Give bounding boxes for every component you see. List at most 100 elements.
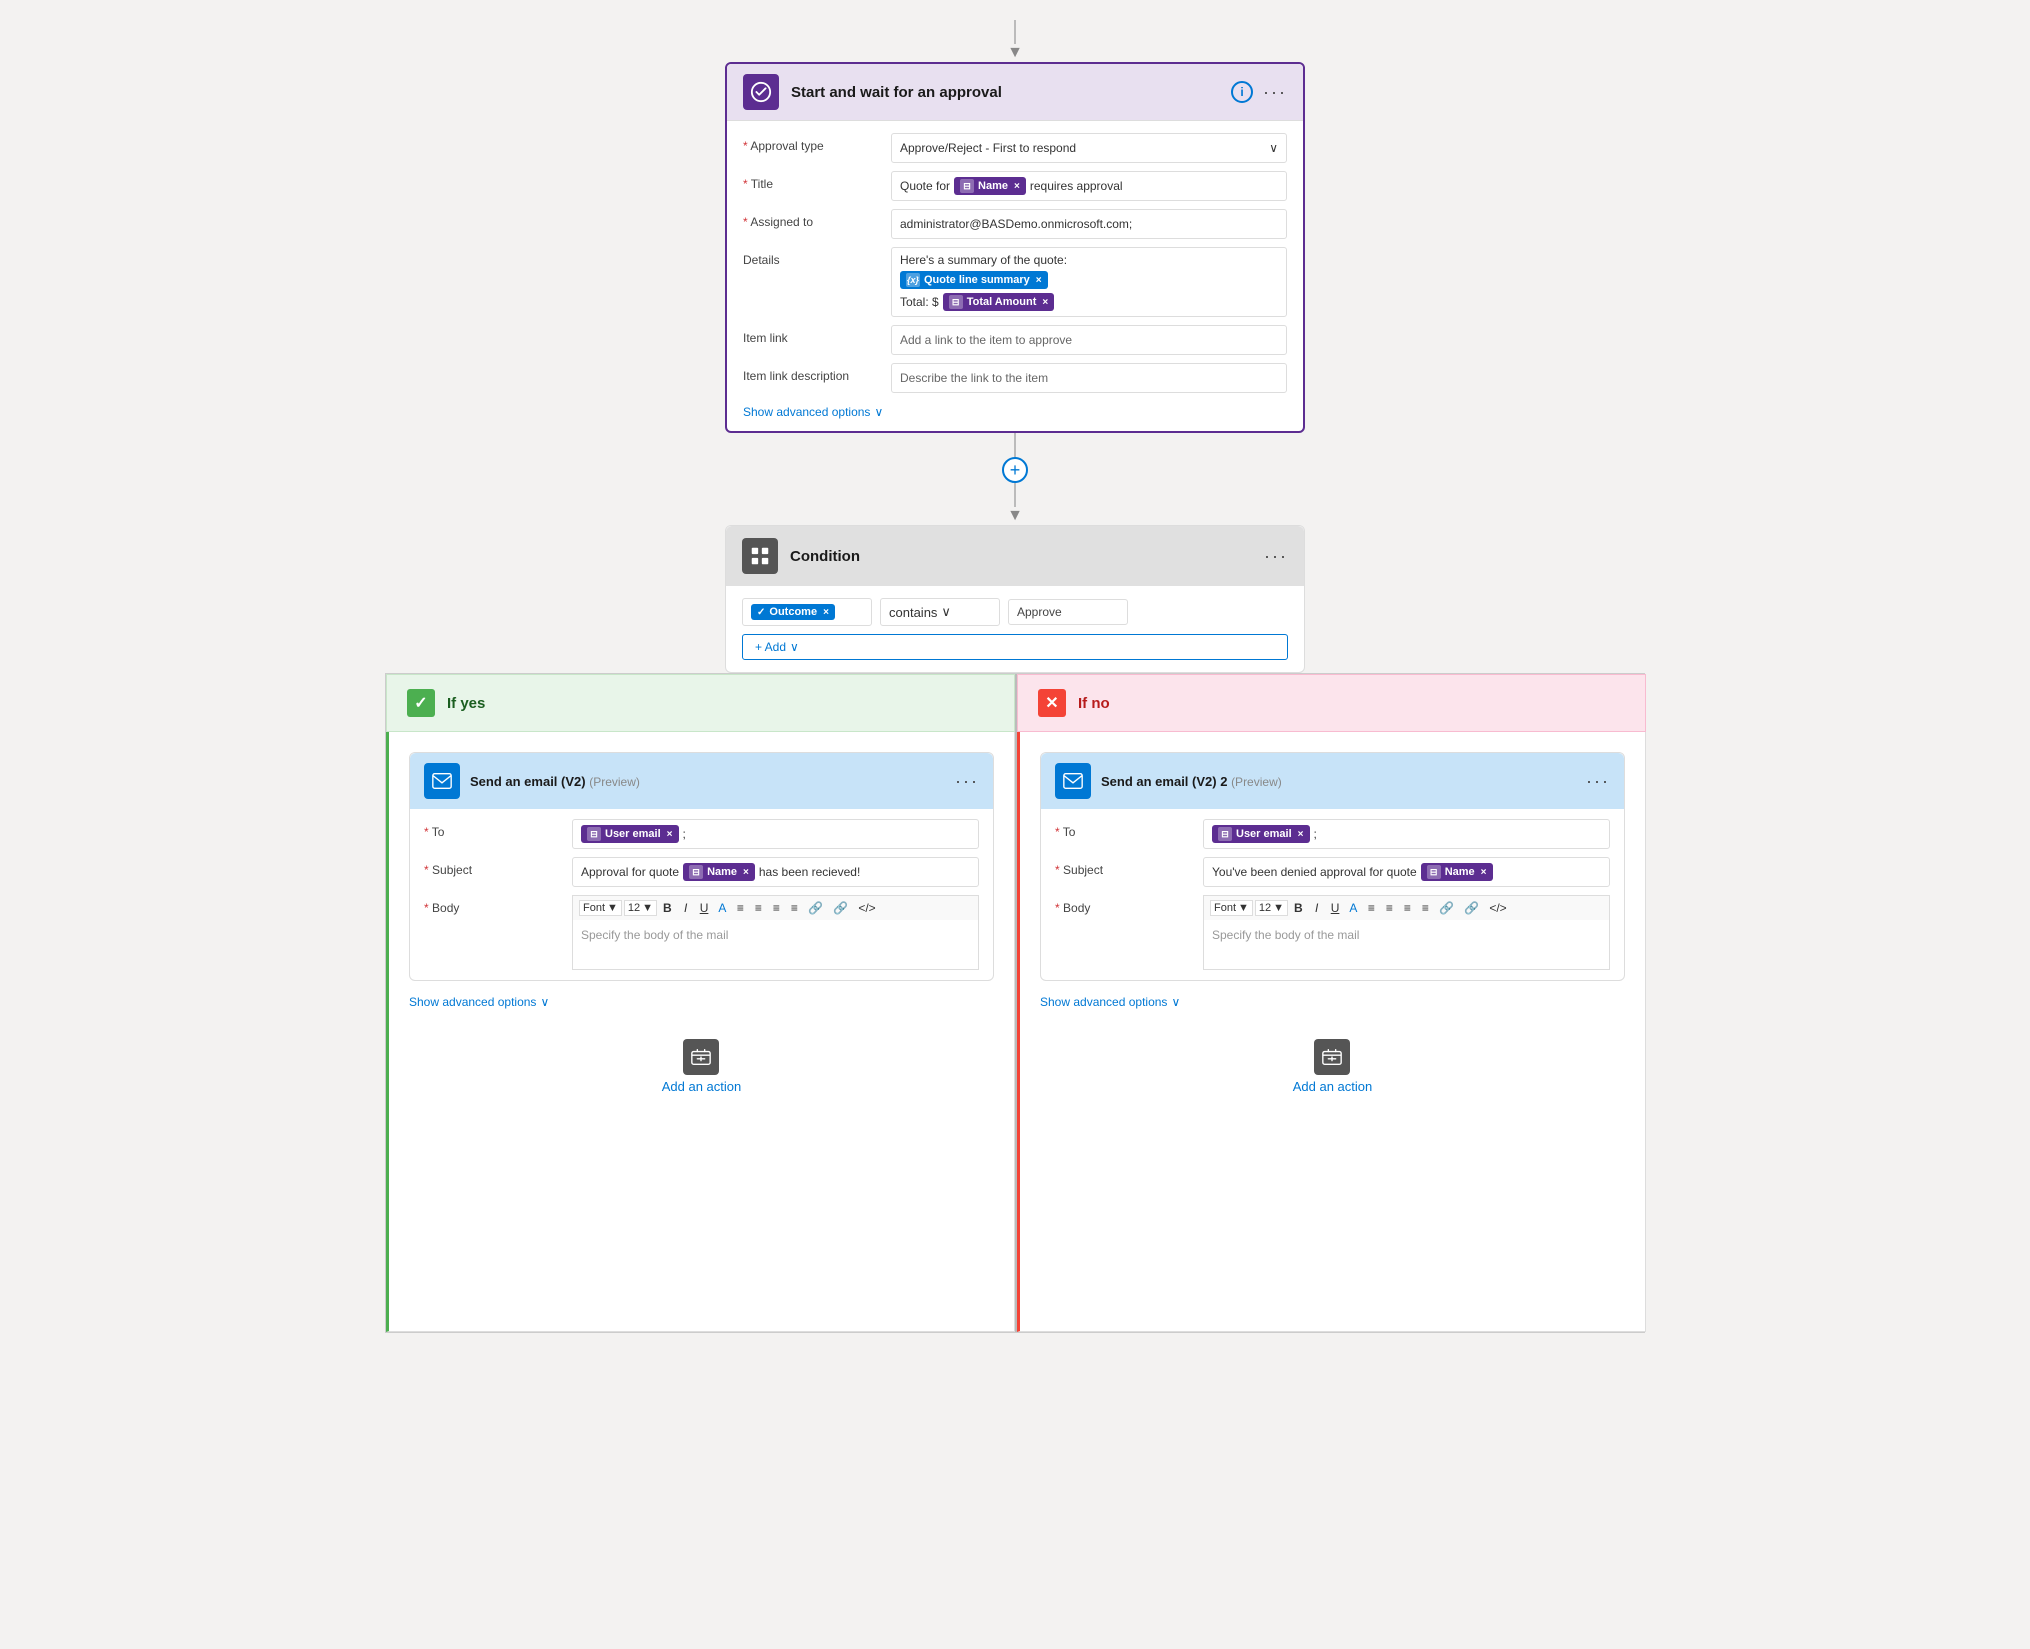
list-btn-no[interactable]: ≡ xyxy=(1363,899,1379,917)
add-between-btn[interactable]: + xyxy=(1002,457,1028,483)
branch-yes: ✓ If yes xyxy=(386,674,1015,1332)
info-icon[interactable]: i xyxy=(1231,81,1253,103)
email-to-value-no[interactable]: ⊟ User email × ; xyxy=(1203,819,1610,849)
align-right-yes[interactable]: ≡ xyxy=(786,899,802,917)
subject-prefix-yes: Approval for quote xyxy=(581,865,679,879)
branch-no-label: If no xyxy=(1078,695,1110,712)
title-prefix: Quote for xyxy=(900,179,950,193)
align-left-no[interactable]: ≡ xyxy=(1399,899,1415,917)
branch-no-header: ✕ If no xyxy=(1017,674,1646,732)
dropdown-arrow-icon: ∨ xyxy=(1269,141,1278,155)
branch-yes-content: Send an email (V2) (Preview) ··· To xyxy=(386,732,1015,1332)
add-action-yes[interactable]: Add an action xyxy=(662,1039,742,1094)
email-body-yes: To ⊟ User email × ; xyxy=(410,809,993,980)
email-title-yes-container: Send an email (V2) (Preview) xyxy=(470,774,945,789)
outcome-close[interactable]: × xyxy=(823,607,829,618)
total-amount-close[interactable]: × xyxy=(1042,297,1048,308)
to-token-no[interactable]: ⊟ User email × xyxy=(1212,825,1310,843)
font-size-chevron-yes: ▼ xyxy=(642,902,653,914)
subject-name-token-no[interactable]: ⊟ Name × xyxy=(1421,863,1493,881)
assigned-to-value[interactable]: administrator@BASDemo.onmicrosoft.com; xyxy=(891,209,1287,239)
to-token-close-no[interactable]: × xyxy=(1298,829,1304,840)
top-arrow-icon: ▼ xyxy=(1007,44,1023,62)
details-label: Details xyxy=(743,247,883,267)
show-advanced-no[interactable]: Show advanced options ∨ xyxy=(1040,995,1180,1009)
email-card-yes: Send an email (V2) (Preview) ··· To xyxy=(409,752,994,981)
subject-token-close-no[interactable]: × xyxy=(1481,867,1487,878)
outcome-token[interactable]: ✓ Outcome × xyxy=(751,604,835,620)
code-btn-yes[interactable]: </> xyxy=(854,899,879,917)
approval-header: Start and wait for an approval i ··· xyxy=(727,64,1303,121)
name-token[interactable]: ⊟ Name × xyxy=(954,177,1026,195)
email-card-no: Send an email (V2) 2 (Preview) ··· To xyxy=(1040,752,1625,981)
subject-token-icon-yes: ⊟ xyxy=(689,865,703,879)
item-link-desc-placeholder: Describe the link to the item xyxy=(900,371,1048,385)
body-container-yes: Font ▼ 12 ▼ B I xyxy=(572,895,979,970)
font-select-yes[interactable]: Font ▼ xyxy=(579,900,622,916)
link-btn-no[interactable]: 🔗 xyxy=(1435,899,1458,917)
bold-btn-no[interactable]: B xyxy=(1290,899,1307,917)
to-token-close-yes[interactable]: × xyxy=(667,829,673,840)
quote-line-token[interactable]: {x} Quote line summary × xyxy=(900,271,1048,289)
item-link-value[interactable]: Add a link to the item to approve xyxy=(891,325,1287,355)
add-condition-btn[interactable]: + Add ∨ xyxy=(742,634,1288,660)
email-subject-value-no[interactable]: You've been denied approval for quote ⊟ … xyxy=(1203,857,1610,887)
email-subject-row-no: Subject You've been denied approval for … xyxy=(1055,857,1610,887)
condition-header: Condition ··· xyxy=(726,526,1304,586)
email-icon-yes xyxy=(424,763,460,799)
link-btn-yes[interactable]: 🔗 xyxy=(804,899,827,917)
condition-ellipsis[interactable]: ··· xyxy=(1264,546,1288,567)
outcome-field[interactable]: ✓ Outcome × xyxy=(742,598,872,626)
approval-ellipsis[interactable]: ··· xyxy=(1263,82,1287,103)
ol-btn-no[interactable]: ≡ xyxy=(1381,899,1397,917)
font-size-select-no[interactable]: 12 ▼ xyxy=(1255,900,1288,916)
show-advanced-approval[interactable]: Show advanced options ∨ xyxy=(743,405,1287,419)
title-label: Title xyxy=(743,171,883,191)
code-btn-no[interactable]: </> xyxy=(1485,899,1510,917)
color-btn-no[interactable]: A xyxy=(1345,899,1361,917)
list-btn-yes[interactable]: ≡ xyxy=(732,899,748,917)
total-amount-icon: ⊟ xyxy=(949,295,963,309)
email-icon-no xyxy=(1055,763,1091,799)
unlink-btn-no[interactable]: 🔗 xyxy=(1460,899,1483,917)
ol-btn-yes[interactable]: ≡ xyxy=(750,899,766,917)
bold-btn-yes[interactable]: B xyxy=(659,899,676,917)
outcome-icon: ✓ xyxy=(757,607,765,618)
email-to-value-yes[interactable]: ⊟ User email × ; xyxy=(572,819,979,849)
show-advanced-yes[interactable]: Show advanced options ∨ xyxy=(409,995,549,1009)
title-value[interactable]: Quote for ⊟ Name × requires approval xyxy=(891,171,1287,201)
mid-line-top xyxy=(1014,433,1016,457)
subject-token-close-yes[interactable]: × xyxy=(743,867,749,878)
approval-header-actions: i ··· xyxy=(1231,81,1287,103)
align-left-yes[interactable]: ≡ xyxy=(768,899,784,917)
details-value[interactable]: Here's a summary of the quote: {x} Quote… xyxy=(891,247,1287,317)
quote-line-close[interactable]: × xyxy=(1036,275,1042,286)
email-subject-value-yes[interactable]: Approval for quote ⊟ Name × has been rec… xyxy=(572,857,979,887)
font-size-select-yes[interactable]: 12 ▼ xyxy=(624,900,657,916)
italic-btn-no[interactable]: I xyxy=(1309,899,1325,917)
name-token-close[interactable]: × xyxy=(1014,181,1020,192)
item-link-desc-value[interactable]: Describe the link to the item xyxy=(891,363,1287,393)
unlink-btn-yes[interactable]: 🔗 xyxy=(829,899,852,917)
show-advanced-chevron-no: ∨ xyxy=(1171,995,1180,1009)
underline-btn-yes[interactable]: U xyxy=(696,899,713,917)
email-ellipsis-yes[interactable]: ··· xyxy=(955,771,979,792)
body-area-yes[interactable]: Specify the body of the mail xyxy=(572,920,979,970)
total-amount-token[interactable]: ⊟ Total Amount × xyxy=(943,293,1055,311)
body-area-no[interactable]: Specify the body of the mail xyxy=(1203,920,1610,970)
font-select-no[interactable]: Font ▼ xyxy=(1210,900,1253,916)
align-right-no[interactable]: ≡ xyxy=(1417,899,1433,917)
approval-type-value[interactable]: Approve/Reject - First to respond ∨ xyxy=(891,133,1287,163)
details-line2: {x} Quote line summary × xyxy=(900,271,1048,289)
color-btn-yes[interactable]: A xyxy=(714,899,730,917)
email-ellipsis-no[interactable]: ··· xyxy=(1586,771,1610,792)
add-action-no[interactable]: Add an action xyxy=(1293,1039,1373,1094)
underline-btn-no[interactable]: U xyxy=(1327,899,1344,917)
to-token-yes[interactable]: ⊟ User email × xyxy=(581,825,679,843)
add-action-icon-no xyxy=(1314,1039,1350,1075)
yes-icon: ✓ xyxy=(407,689,435,717)
italic-btn-yes[interactable]: I xyxy=(678,899,694,917)
condition-value[interactable]: Approve xyxy=(1008,599,1128,625)
operator-dropdown[interactable]: contains ∨ xyxy=(880,598,1000,626)
subject-name-token-yes[interactable]: ⊟ Name × xyxy=(683,863,755,881)
